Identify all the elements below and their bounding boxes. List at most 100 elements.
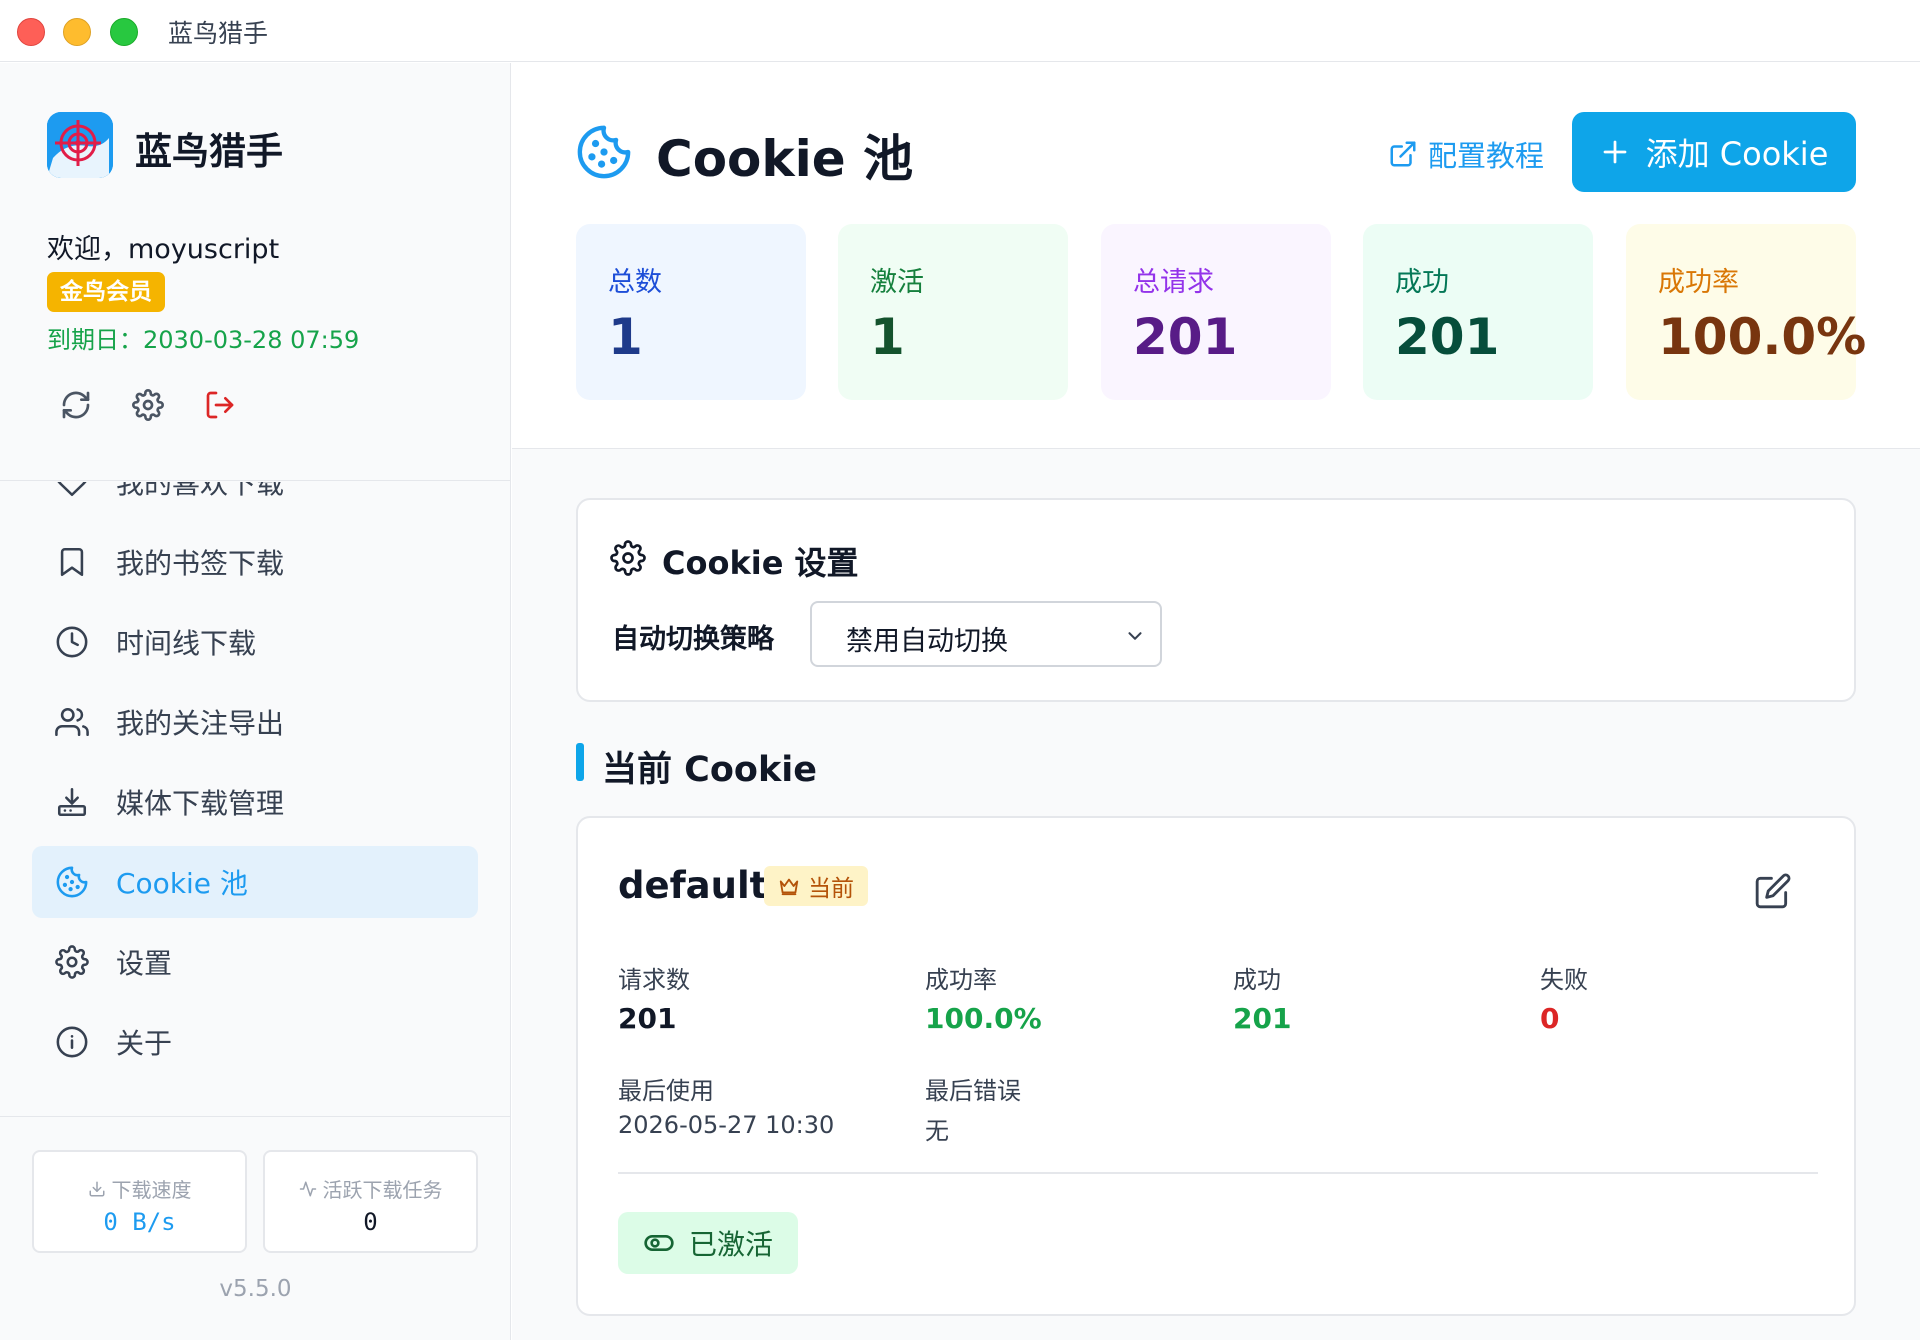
sidebar-item-label: 我的喜欢下载: [116, 482, 285, 500]
metric-label: 激活: [870, 267, 924, 298]
sidebar-divider-top: [0, 480, 511, 481]
sidebar-item-label: 我的书签下载: [116, 547, 285, 580]
edit-cookie-button[interactable]: [1754, 872, 1794, 912]
chevron-down-icon: [1128, 632, 1142, 640]
brand-name: 蓝鸟猎手: [135, 130, 283, 173]
sidebar-item-about[interactable]: 关于: [32, 1006, 478, 1077]
tutorial-link[interactable]: 配置教程: [1388, 133, 1544, 175]
add-cookie-label: 添加 Cookie: [1645, 135, 1829, 173]
brand-logo-icon: [47, 112, 113, 178]
active-status-toggle[interactable]: 已激活: [618, 1212, 798, 1274]
metric-label: 成功率: [1658, 267, 1739, 298]
sidebar-item-timeline-download[interactable]: 时间线下载: [32, 606, 478, 678]
sidebar-item-following-export[interactable]: 我的关注导出: [32, 686, 478, 758]
gear-icon: [54, 944, 90, 980]
current-cookie-card: default 当前 请求数 201 成功率 100.0% 成功 201 失败 …: [576, 816, 1856, 1316]
sidebar-item-cookie-pool[interactable]: Cookie 池: [32, 846, 478, 918]
window-close-button[interactable]: [17, 18, 45, 46]
activity-icon: [299, 1181, 316, 1196]
gear-icon: [132, 389, 164, 421]
download-speed-label: 下载速度: [111, 1178, 192, 1202]
sidebar-item-bookmarks-download[interactable]: 我的书签下载: [32, 526, 478, 598]
metric-success: 成功 201: [1363, 224, 1593, 400]
sidebar-item-settings[interactable]: 设置: [32, 926, 478, 998]
cookie-icon: [54, 864, 90, 900]
app-window: 蓝鸟猎手 蓝鸟猎手 欢迎，moyuscript 金鸟会员 到期日：2030-03…: [0, 0, 1920, 1340]
sidebar-item-label: 设置: [116, 947, 173, 980]
main-content: Cookie 池 配置教程 添加 Cookie 总数 1 激活 1 总请求 20…: [512, 63, 1920, 1340]
sidebar-divider-bottom: [0, 1116, 511, 1117]
heart-icon: [54, 482, 90, 500]
clock-icon: [54, 624, 90, 660]
cookie-settings-card: Cookie 设置 自动切换策略 禁用自动切换: [576, 498, 1856, 702]
stat-label-success: 成功: [1233, 966, 1281, 994]
metric-active: 激活 1: [838, 224, 1068, 400]
page-header: Cookie 池 配置教程 添加 Cookie 总数 1 激活 1 总请求 20…: [512, 63, 1920, 449]
sidebar-item-label: 关于: [116, 1027, 173, 1060]
window-minimize-button[interactable]: [63, 18, 91, 46]
metric-total-requests: 总请求 201: [1101, 224, 1331, 400]
card-divider: [618, 1172, 1818, 1174]
member-badge: 金鸟会员: [47, 272, 165, 312]
app-version: v5.5.0: [219, 1276, 292, 1302]
logout-button[interactable]: [198, 383, 242, 427]
stat-label-success-rate: 成功率: [925, 966, 997, 994]
metric-label: 总请求: [1133, 267, 1214, 298]
external-link-icon: [1390, 141, 1416, 167]
stat-value-requests: 201: [618, 1002, 677, 1035]
refresh-button[interactable]: [54, 383, 98, 427]
strategy-select-value: 禁用自动切换: [846, 626, 1008, 657]
tutorial-link-label: 配置教程: [1428, 139, 1545, 173]
metric-label: 总数: [608, 267, 662, 298]
strategy-select[interactable]: 禁用自动切换: [810, 601, 1162, 667]
cookie-icon: [577, 125, 631, 179]
plus-icon: [1603, 140, 1626, 164]
metric-value: 1: [608, 308, 643, 366]
metric-value: 201: [1133, 308, 1238, 366]
stat-label-failures: 失败: [1540, 966, 1588, 994]
add-cookie-button[interactable]: 添加 Cookie: [1572, 112, 1856, 192]
metric-value: 100.0%: [1658, 308, 1867, 366]
stat-value-success-rate: 100.0%: [925, 1002, 1042, 1035]
download-tray-icon: [54, 784, 90, 820]
window-title: 蓝鸟猎手: [168, 19, 269, 48]
sidebar-item-likes-download[interactable]: 我的喜欢下载: [32, 482, 478, 518]
section-accent-bar: [576, 743, 584, 781]
active-tasks-value: 0: [363, 1208, 378, 1236]
logout-icon: [206, 391, 234, 419]
welcome-text: 欢迎，moyuscript: [47, 234, 280, 265]
download-speed-box: 下载速度 0 B/s: [32, 1150, 247, 1253]
download-speed-value: 0 B/s: [103, 1208, 176, 1236]
title-bar: 蓝鸟猎手: [0, 0, 1920, 62]
metric-label: 成功: [1395, 267, 1449, 298]
settings-shortcut-button[interactable]: [126, 383, 170, 427]
sidebar-item-label: 时间线下载: [116, 627, 257, 660]
download-icon: [89, 1181, 104, 1196]
sidebar-item-media-downloads[interactable]: 媒体下载管理: [32, 766, 478, 838]
last-error-label: 最后错误: [925, 1077, 1021, 1105]
last-used-value: 2026-05-27 10:30: [618, 1111, 835, 1139]
last-used-label: 最后使用: [618, 1077, 714, 1105]
metric-success-rate: 成功率 100.0%: [1626, 224, 1866, 400]
strategy-label: 自动切换策略: [612, 624, 774, 655]
stat-value-success: 201: [1233, 1002, 1292, 1035]
crown-icon: [779, 878, 799, 896]
expiry-date: 到期日：2030-03-28 07:59: [47, 326, 360, 354]
bookmark-icon: [54, 544, 90, 580]
cookie-name: default: [618, 864, 768, 907]
active-status-label: 已激活: [688, 1228, 773, 1261]
toggle-icon: [644, 1235, 674, 1251]
settings-title: Cookie 设置: [662, 544, 859, 582]
stat-value-failures: 0: [1540, 1002, 1560, 1035]
sidebar-nav: 我的喜欢下载 我的书签下载 时间线下载 我的关注导出 媒体下载管理 Cookie…: [0, 482, 511, 1077]
edit-icon: [1755, 873, 1791, 909]
window-maximize-button[interactable]: [110, 18, 138, 46]
metric-value: 201: [1395, 308, 1500, 366]
page-title: Cookie 池: [656, 130, 914, 188]
refresh-icon: [62, 391, 90, 419]
active-tasks-label: 活跃下载任务: [322, 1178, 443, 1202]
stat-label-requests: 请求数: [618, 966, 690, 994]
last-error-value: 无: [925, 1117, 949, 1145]
sidebar-item-label: 媒体下载管理: [116, 787, 285, 820]
sidebar-item-label: Cookie 池: [116, 867, 248, 900]
